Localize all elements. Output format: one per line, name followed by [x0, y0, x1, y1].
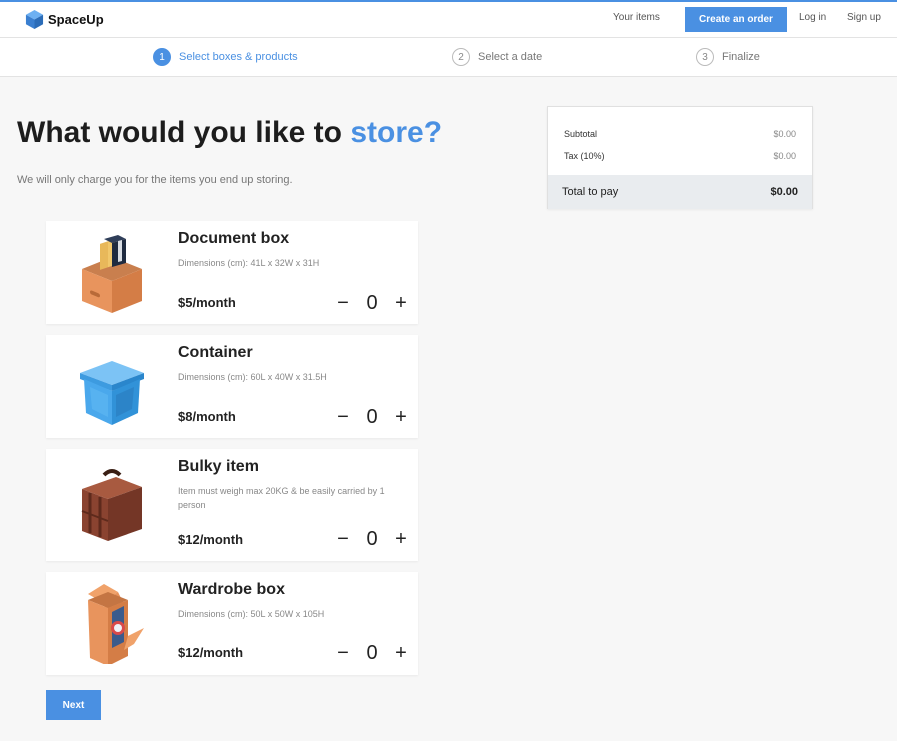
decrement-button[interactable]: −: [332, 293, 354, 313]
top-navbar: SpaceUp Your items Create an order Log i…: [0, 2, 897, 38]
step-label: Select a date: [478, 51, 543, 63]
step-label: Finalize: [722, 51, 760, 63]
step-number: 2: [452, 48, 470, 66]
cube-logo-icon: [25, 10, 44, 29]
total-row: Total to pay $0.00: [548, 175, 812, 209]
brand-name: SpaceUp: [48, 12, 104, 27]
increment-button[interactable]: +: [390, 407, 412, 427]
product-description: Dimensions (cm): 50L x 50W x 105H: [178, 609, 325, 619]
product-description: Item must weigh max 20KG & be easily car…: [178, 486, 385, 510]
total-label: Total to pay: [562, 186, 619, 198]
increment-button[interactable]: +: [390, 293, 412, 313]
product-card-container: Container Dimensions (cm): 60L x 40W x 3…: [46, 335, 418, 438]
quantity-stepper: − 0 +: [332, 407, 412, 427]
step-number: 3: [696, 48, 714, 66]
product-card-document-box: Document box Dimensions (cm): 41L x 32W …: [46, 221, 418, 324]
product-description: Dimensions (cm): 60L x 40W x 31.5H: [178, 372, 327, 382]
quantity-stepper: − 0 +: [332, 529, 412, 549]
product-description: Dimensions (cm): 41L x 32W x 31H: [178, 258, 320, 268]
subtotal-row: Subtotal $0.00: [564, 129, 796, 139]
step-select-products[interactable]: 1 Select boxes & products: [153, 48, 298, 66]
tax-label: Tax (10%): [564, 151, 605, 161]
product-price: $8/month: [178, 409, 236, 424]
nav-your-items-link[interactable]: Your items: [613, 12, 660, 23]
product-price: $12/month: [178, 532, 244, 547]
page-title-accent: store?: [350, 116, 443, 149]
suitcase-icon: [81, 469, 142, 541]
decrement-button[interactable]: −: [332, 529, 354, 549]
tax-row: Tax (10%) $0.00: [564, 151, 796, 161]
step-finalize[interactable]: 3 Finalize: [696, 48, 760, 66]
order-summary-panel: Subtotal $0.00 Tax (10%) $0.00 Total to …: [547, 106, 813, 209]
product-title: Document box: [178, 230, 290, 247]
step-label: Select boxes & products: [179, 51, 298, 63]
nav-sign-up-link[interactable]: Sign up: [847, 12, 881, 23]
page-subtitle: We will only charge you for the items yo…: [17, 174, 293, 186]
step-number: 1: [153, 48, 171, 66]
step-select-date[interactable]: 2 Select a date: [452, 48, 542, 66]
tax-value: $0.00: [773, 151, 796, 161]
page-title: What would you like to store?: [17, 116, 442, 150]
product-card-wardrobe-box: Wardrobe box Dimensions (cm): 50L x 50W …: [46, 572, 418, 675]
container-icon: [80, 361, 144, 425]
create-order-button[interactable]: Create an order: [685, 7, 787, 32]
product-title: Container: [178, 344, 253, 361]
subtotal-label: Subtotal: [564, 129, 598, 139]
increment-button[interactable]: +: [390, 529, 412, 549]
product-price: $12/month: [178, 645, 244, 660]
decrement-button[interactable]: −: [332, 643, 354, 663]
quantity-value: 0: [366, 528, 378, 550]
quantity-value: 0: [366, 292, 378, 314]
nav-log-in-link[interactable]: Log in: [799, 12, 826, 23]
product-price: $5/month: [178, 295, 236, 310]
page-title-prefix: What would you like to: [17, 116, 342, 149]
product-title: Wardrobe box: [178, 581, 285, 598]
quantity-value: 0: [366, 642, 378, 664]
quantity-value: 0: [366, 406, 378, 428]
subtotal-value: $0.00: [773, 129, 796, 139]
total-value: $0.00: [770, 186, 798, 198]
wardrobe-box-icon: [88, 584, 144, 664]
decrement-button[interactable]: −: [332, 407, 354, 427]
order-steps: 1 Select boxes & products 2 Select a dat…: [0, 38, 897, 77]
quantity-stepper: − 0 +: [332, 293, 412, 313]
product-title: Bulky item: [178, 458, 259, 475]
quantity-stepper: − 0 +: [332, 643, 412, 663]
product-card-bulky-item: Bulky item Item must weigh max 20KG & be…: [46, 449, 418, 561]
brand-logo[interactable]: SpaceUp: [25, 9, 104, 30]
next-button[interactable]: Next: [46, 690, 101, 720]
document-box-icon: [82, 235, 142, 313]
increment-button[interactable]: +: [390, 643, 412, 663]
